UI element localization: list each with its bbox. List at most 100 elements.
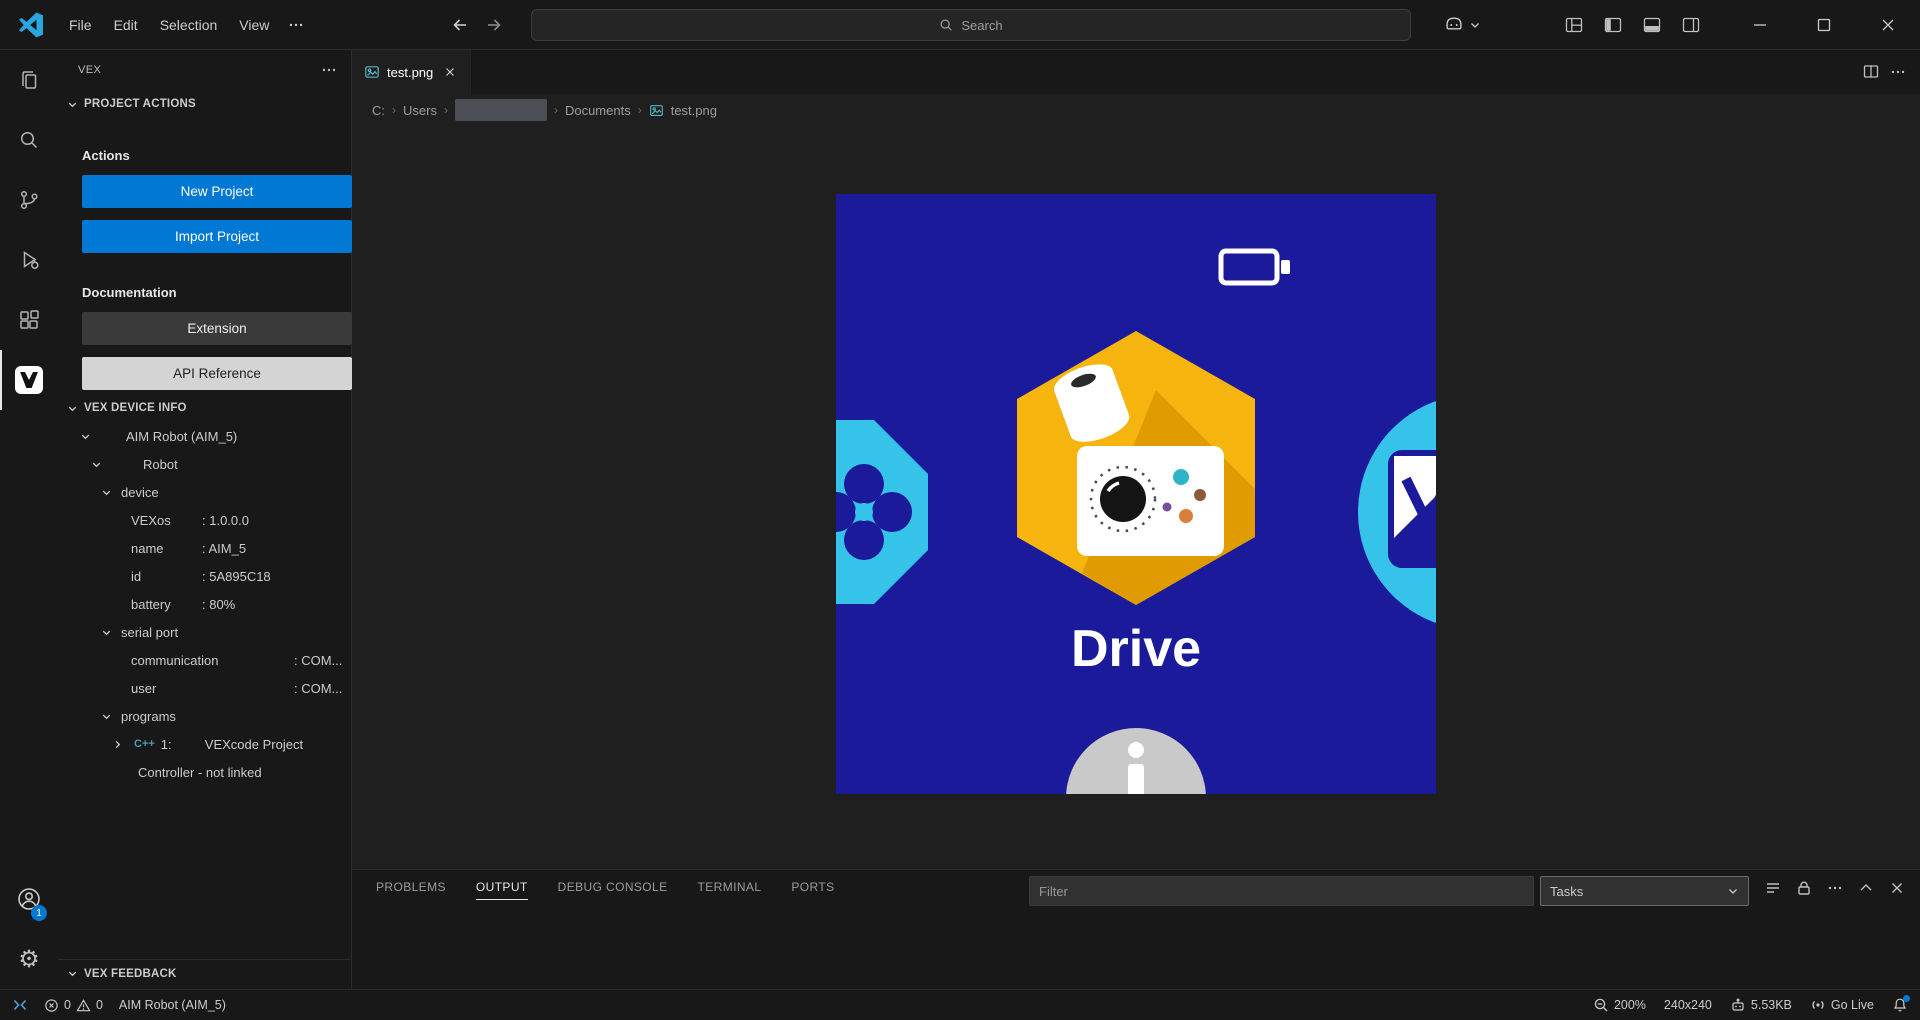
settings-gear-icon[interactable]: ⚙ [0, 929, 58, 989]
breadcrumb-redacted-user[interactable] [455, 99, 547, 121]
tree-item-robot[interactable]: Robot [58, 450, 351, 478]
activity-bar: 1 ⚙ [0, 50, 58, 989]
close-window-button[interactable] [1856, 0, 1920, 50]
tree-item-programs[interactable]: programs [58, 702, 351, 730]
broadcast-icon [1810, 997, 1826, 1013]
tab-ports[interactable]: PORTS [791, 876, 834, 900]
breadcrumb-separator: › [554, 103, 558, 117]
panel-more-icon[interactable] [1826, 879, 1844, 897]
go-live-status[interactable]: Go Live [1810, 997, 1874, 1013]
tree-item-communication[interactable]: communication: COM... [58, 646, 351, 674]
sidebar: VEX PROJECT ACTIONS Actions New Project … [58, 50, 352, 989]
tree-item-controller[interactable]: Controller - not linked [58, 758, 351, 786]
maximize-button[interactable] [1792, 0, 1856, 50]
breadcrumb-file[interactable]: test.png [671, 103, 717, 118]
chevron-down-icon [64, 966, 80, 982]
source-control-icon[interactable] [0, 170, 58, 230]
tab-bar: test.png [352, 50, 1920, 94]
new-project-button[interactable]: New Project [82, 175, 352, 208]
breadcrumb-drive[interactable]: C: [372, 103, 385, 118]
notifications-bell-icon[interactable] [1892, 997, 1908, 1013]
remote-indicator-icon[interactable] [12, 997, 28, 1013]
problems-status[interactable]: 0 0 [44, 998, 103, 1013]
tab-close-icon[interactable] [440, 62, 460, 82]
forward-icon[interactable] [484, 15, 504, 35]
drive-label: Drive [1071, 620, 1201, 678]
section-project-actions[interactable]: PROJECT ACTIONS [58, 90, 351, 118]
vex-logo [15, 366, 43, 394]
breadcrumb-separator: › [638, 103, 642, 117]
back-icon[interactable] [450, 15, 470, 35]
vscode-logo-icon [18, 12, 44, 38]
maximize-panel-icon[interactable] [1857, 879, 1875, 897]
section-device-info[interactable]: VEX DEVICE INFO [58, 394, 351, 422]
extension-docs-button[interactable]: Extension [82, 312, 352, 345]
chevron-down-icon [98, 484, 114, 500]
run-debug-icon[interactable] [0, 230, 58, 290]
minimize-button[interactable] [1728, 0, 1792, 50]
section-vex-feedback[interactable]: VEX FEEDBACK [58, 959, 351, 987]
tree-item-vexos[interactable]: VEXos: 1.0.0.0 [58, 506, 351, 534]
explorer-icon[interactable] [0, 50, 58, 110]
clear-output-icon[interactable] [1764, 879, 1782, 897]
device-tree: AIM Robot (AIM_5) Robot device VEXos: 1.… [58, 422, 351, 786]
customize-layout-icon[interactable] [1559, 10, 1589, 40]
image-file-icon [364, 64, 380, 80]
editor-more-icon[interactable] [1890, 64, 1906, 80]
toggle-primary-sidebar-icon[interactable] [1598, 10, 1628, 40]
tree-item-user[interactable]: user: COM... [58, 674, 351, 702]
close-panel-icon[interactable] [1888, 879, 1906, 897]
dimensions-status[interactable]: 240x240 [1664, 998, 1712, 1012]
lock-icon[interactable] [1795, 879, 1813, 897]
device-status[interactable]: AIM Robot (AIM_5) [119, 998, 226, 1012]
sidebar-more-icon[interactable] [321, 62, 337, 78]
api-reference-button[interactable]: API Reference [82, 357, 352, 390]
account-icon[interactable]: 1 [0, 869, 58, 929]
bottom-panel: PROBLEMS OUTPUT DEBUG CONSOLE TERMINAL P… [352, 869, 1920, 989]
notification-dot [1903, 995, 1910, 1002]
tree-item-serial-port[interactable]: serial port [58, 618, 351, 646]
chevron-down-icon [98, 624, 114, 640]
menu-selection[interactable]: Selection [149, 11, 229, 39]
error-icon [44, 998, 59, 1013]
warning-icon [76, 998, 91, 1013]
breadcrumb-users[interactable]: Users [403, 103, 437, 118]
tab-debug-console[interactable]: DEBUG CONSOLE [558, 876, 668, 900]
drive-card-icon [1077, 446, 1224, 556]
split-editor-icon[interactable] [1862, 63, 1880, 81]
breadcrumb-separator: › [444, 103, 448, 117]
size-status[interactable]: 5.53KB [1730, 997, 1792, 1013]
tree-item-battery[interactable]: battery: 80% [58, 590, 351, 618]
cpp-icon: C++ [134, 738, 155, 750]
vex-extension-icon[interactable] [0, 350, 58, 410]
tree-item-program-1[interactable]: C++ 1: VEXcode Project [58, 730, 351, 758]
chevron-down-icon [1469, 19, 1481, 31]
toggle-panel-icon[interactable] [1637, 10, 1667, 40]
menu-edit[interactable]: Edit [103, 11, 149, 39]
menu-file[interactable]: File [58, 11, 103, 39]
image-file-icon [649, 103, 664, 118]
tab-test-png[interactable]: test.png [352, 50, 471, 94]
menu-more-icon[interactable] [280, 11, 312, 39]
tree-item-aim-robot[interactable]: AIM Robot (AIM_5) [58, 422, 351, 450]
tab-problems[interactable]: PROBLEMS [376, 876, 446, 900]
tree-item-id[interactable]: id: 5A895C18 [58, 562, 351, 590]
output-filter-input[interactable] [1029, 876, 1534, 906]
tab-output[interactable]: OUTPUT [476, 876, 528, 900]
output-channel-select[interactable]: Tasks [1540, 876, 1749, 906]
toggle-secondary-sidebar-icon[interactable] [1676, 10, 1706, 40]
extensions-icon[interactable] [0, 290, 58, 350]
breadcrumb-documents[interactable]: Documents [565, 103, 631, 118]
tab-terminal[interactable]: TERMINAL [698, 876, 762, 900]
menu-view[interactable]: View [228, 11, 280, 39]
chevron-down-icon [77, 428, 93, 444]
tree-item-device[interactable]: device [58, 478, 351, 506]
chevron-down-icon [64, 400, 80, 416]
search-input[interactable]: Search [531, 9, 1411, 41]
import-project-button[interactable]: Import Project [82, 220, 352, 253]
search-sidebar-icon[interactable] [0, 110, 58, 170]
zoom-status[interactable]: 200% [1593, 997, 1646, 1013]
tree-item-name[interactable]: name: AIM_5 [58, 534, 351, 562]
copilot-button[interactable] [1443, 14, 1481, 36]
editor-content: Drive [352, 126, 1920, 869]
